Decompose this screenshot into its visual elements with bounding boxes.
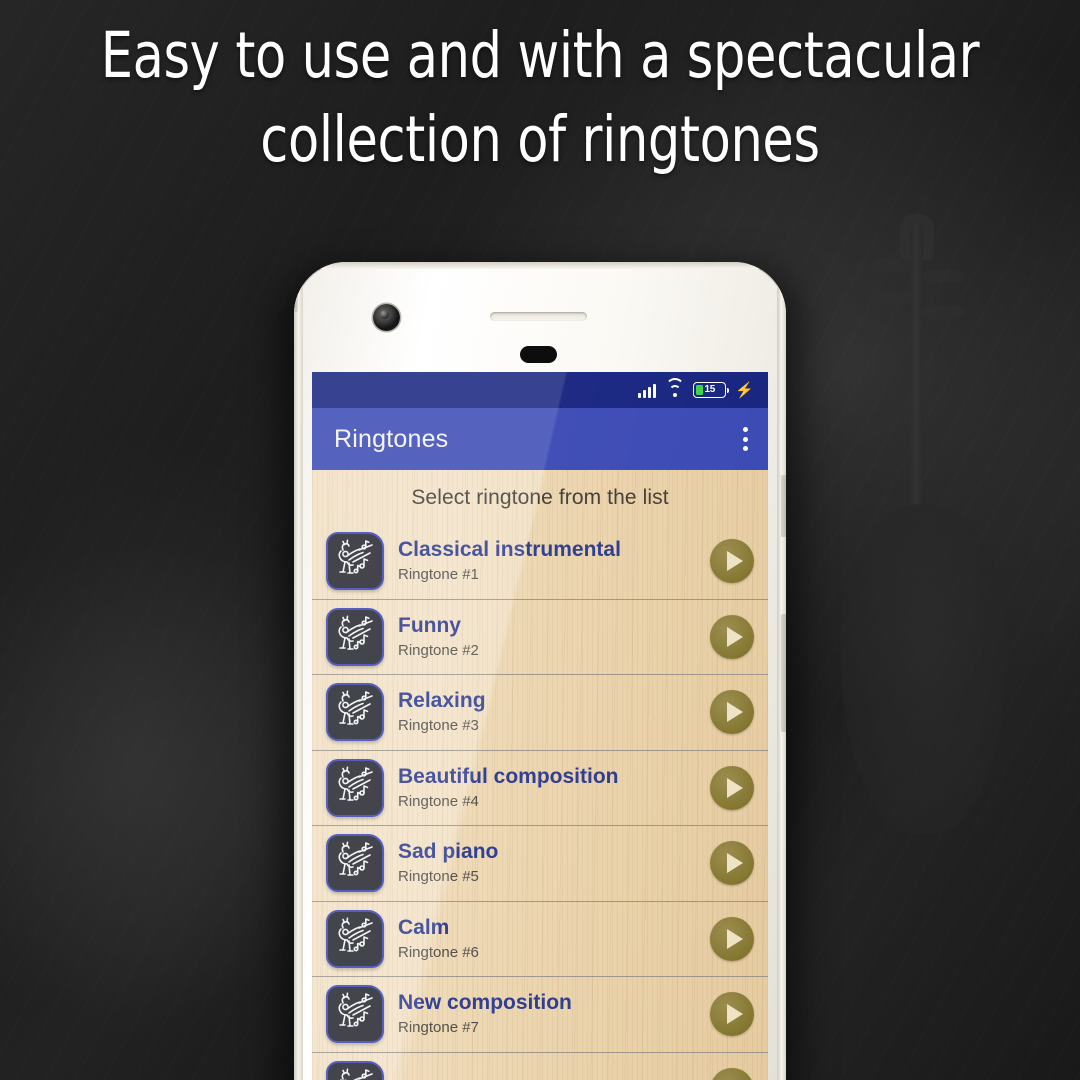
signal-bars-icon <box>638 383 657 398</box>
violin-player-icon <box>326 758 384 817</box>
ringtone-title: Relaxing <box>398 689 486 713</box>
violin-player-icon <box>326 834 384 893</box>
proximity-sensor <box>520 346 557 363</box>
ringtone-subtitle: Ringtone #7 <box>398 1019 479 1037</box>
charging-bolt-icon: ⚡ <box>735 381 754 399</box>
phone-body: 15 ⚡ Ringtones Select ringtone from the … <box>294 262 786 1080</box>
ringtone-row[interactable]: Classical instrumental Ringtone #1 <box>312 524 768 600</box>
play-icon[interactable] <box>710 916 754 961</box>
play-icon[interactable] <box>710 1068 754 1080</box>
violin-player-icon <box>326 532 384 591</box>
battery-level-label: 15 <box>704 384 716 395</box>
ringtone-subtitle: Ringtone #3 <box>398 717 479 735</box>
ringtone-row[interactable]: New composition Ringtone #7 <box>312 977 768 1053</box>
phone-mockup: 15 ⚡ Ringtones Select ringtone from the … <box>280 262 800 1080</box>
ringtone-text: Beautiful composition Ringtone #4 <box>384 764 710 812</box>
play-icon[interactable] <box>710 690 754 735</box>
ringtone-text: New composition Ringtone #7 <box>384 990 710 1038</box>
ringtone-title: Sad piano <box>398 840 499 864</box>
battery-icon: 15 <box>693 382 730 398</box>
list-header-label: Select ringtone from the list <box>411 486 669 509</box>
background-violin-silhouette <box>826 214 1016 914</box>
play-icon[interactable] <box>710 992 754 1037</box>
ringtone-title: Beautiful composition <box>398 764 619 788</box>
ringtone-subtitle: Ringtone #2 <box>398 641 479 659</box>
ringtone-row[interactable]: Calm Ringtone #6 <box>312 902 768 977</box>
promo-headline: Easy to use and with a spectacular colle… <box>100 19 980 176</box>
violin-player-icon <box>326 683 384 742</box>
app-title: Ringtones <box>334 424 449 453</box>
ringtone-subtitle: Ringtone #1 <box>398 566 479 584</box>
ringtone-row[interactable]: Beautiful composition Ringtone #4 <box>312 751 768 826</box>
ringtone-text: Relaxing Ringtone #3 <box>384 688 710 736</box>
ringtone-rows: Classical instrumental Ringtone #1 Funny R… <box>312 524 768 1080</box>
ringtone-text: Calm Ringtone #6 <box>384 915 710 963</box>
play-icon[interactable] <box>710 614 754 659</box>
wifi-icon <box>665 377 685 398</box>
background-glow-left <box>0 430 320 1050</box>
play-icon[interactable] <box>710 539 754 584</box>
ringtone-row[interactable]: Funny Ringtone #2 <box>312 600 768 675</box>
app-bar: Ringtones <box>312 408 768 470</box>
phone-top-rim <box>294 262 786 269</box>
left-side-button[interactable] <box>294 290 298 312</box>
phone-screen: 15 ⚡ Ringtones Select ringtone from the … <box>312 372 768 1080</box>
volume-button[interactable] <box>781 614 786 732</box>
ringtone-text: Funny Ringtone #2 <box>384 613 710 661</box>
ringtone-text: Classical instrumental Ringtone #1 <box>384 537 710 585</box>
promo-graphic: Easy to use and with a spectacular colle… <box>0 0 1080 1080</box>
ringtone-list[interactable]: Select ringtone from the list Classical … <box>312 470 768 1080</box>
ringtone-title: New composition <box>398 991 572 1015</box>
ringtone-subtitle: Ringtone #5 <box>398 868 479 886</box>
phone-left-rim <box>294 262 303 1080</box>
ringtone-title: Calm <box>398 915 450 939</box>
earpiece-speaker <box>490 312 587 321</box>
status-bar: 15 ⚡ <box>312 372 768 408</box>
power-button[interactable] <box>781 475 786 537</box>
ringtone-title: Funny <box>398 613 461 637</box>
violin-player-icon <box>326 985 384 1044</box>
play-icon[interactable] <box>710 841 754 886</box>
ringtone-subtitle: Ringtone #6 <box>398 943 479 961</box>
violin-player-icon <box>326 909 384 968</box>
ringtone-row-partial[interactable] <box>312 1053 768 1080</box>
ringtone-title: Classical instrumental <box>398 538 621 562</box>
overflow-menu-icon[interactable] <box>737 419 754 459</box>
violin-player-icon <box>326 607 384 666</box>
violin-player-icon <box>326 1061 384 1080</box>
play-icon[interactable] <box>710 765 754 810</box>
ringtone-text: Sad piano Ringtone #5 <box>384 839 710 887</box>
ringtone-row[interactable]: Relaxing Ringtone #3 <box>312 675 768 751</box>
ringtone-subtitle: Ringtone #4 <box>398 792 479 810</box>
front-camera-icon <box>373 304 400 331</box>
ringtone-row[interactable]: Sad piano Ringtone #5 <box>312 826 768 902</box>
